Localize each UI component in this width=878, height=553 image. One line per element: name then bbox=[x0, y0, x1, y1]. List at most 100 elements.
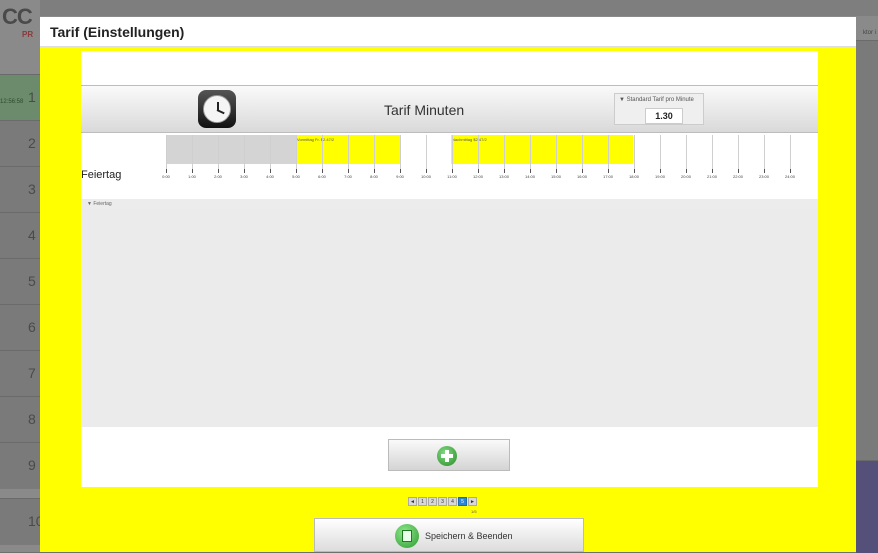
standard-rate-input[interactable]: 1.30 bbox=[645, 108, 683, 124]
timeline-tick-label: 11:00 bbox=[447, 174, 457, 179]
pagination-page[interactable]: 3 bbox=[438, 497, 447, 506]
timeline-tick bbox=[608, 169, 609, 173]
timeline-tick bbox=[764, 169, 765, 173]
timeline-grid-line bbox=[192, 135, 193, 169]
background-row: 9 bbox=[0, 442, 40, 489]
add-tarif-button[interactable] bbox=[388, 439, 510, 471]
timeline-segment-inactive[interactable] bbox=[166, 135, 296, 164]
save-and-close-button[interactable]: Speichern & Beenden bbox=[314, 518, 584, 552]
pagination-page[interactable]: 4 bbox=[448, 497, 457, 506]
plus-icon bbox=[437, 446, 457, 466]
timeline-grid-line bbox=[426, 135, 427, 169]
timeline-grid-line bbox=[270, 135, 271, 169]
background-row-number: 2 bbox=[28, 135, 36, 151]
timeline-grid-line bbox=[296, 135, 297, 169]
timeline-grid-line bbox=[556, 135, 557, 169]
timeline-tick-label: 1:00 bbox=[188, 174, 196, 179]
tarif-header-bar: Tarif Minuten ▼ Standard Tarif pro Minut… bbox=[81, 85, 818, 133]
background-row: 6 bbox=[0, 304, 40, 351]
timeline-tick-label: 2:00 bbox=[214, 174, 222, 179]
timeline-grid-line bbox=[452, 135, 453, 169]
dialog-header: Tarif (Einstellungen) bbox=[40, 17, 856, 47]
timeline-tick bbox=[296, 169, 297, 173]
timeline-grid-line bbox=[634, 135, 635, 169]
timeline-tick bbox=[530, 169, 531, 173]
timeline-tick bbox=[712, 169, 713, 173]
background-right-column bbox=[856, 40, 878, 461]
save-button-label: Speichern & Beenden bbox=[425, 531, 513, 541]
dialog-content: Tarif Minuten ▼ Standard Tarif pro Minut… bbox=[81, 51, 818, 487]
timeline-tick-label: 21:00 bbox=[706, 174, 718, 179]
timeline-tick-label: 22:00 bbox=[732, 174, 744, 179]
background-row-number: 7 bbox=[28, 365, 36, 381]
background-row: 1 12:56:58 bbox=[0, 74, 40, 121]
background-row-number: 5 bbox=[28, 273, 36, 289]
timeline-grid-line bbox=[660, 135, 661, 169]
timeline-grid-line bbox=[166, 135, 167, 169]
timeline-grid-line bbox=[244, 135, 245, 169]
timeline-tick-label: 10:00 bbox=[420, 174, 432, 179]
timeline-tick-label: 24:00 bbox=[784, 174, 796, 179]
timeline-tick bbox=[738, 169, 739, 173]
timeline-tick-label: 7:00 bbox=[344, 174, 352, 179]
pagination-page[interactable]: ► bbox=[468, 497, 477, 506]
timeline-grid-line bbox=[478, 135, 479, 169]
timeline-grid-line bbox=[322, 135, 323, 169]
timeline-tick-label: 12:00 bbox=[472, 174, 484, 179]
timeline-tick-label: 13:00 bbox=[498, 174, 510, 179]
standard-rate-label: ▼ Standard Tarif pro Minute bbox=[619, 97, 694, 103]
background-row-number: 3 bbox=[28, 181, 36, 197]
dialog-title: Tarif (Einstellungen) bbox=[50, 24, 185, 40]
timeline-tick-label: 3:00 bbox=[240, 174, 248, 179]
pagination-page[interactable]: 2 bbox=[428, 497, 437, 506]
timeline-tick bbox=[348, 169, 349, 173]
background-row-number: 1 bbox=[28, 89, 36, 105]
app-logo-sub: PR bbox=[22, 30, 34, 39]
pagination-page[interactable]: 5 bbox=[458, 497, 467, 506]
background-row: 2 bbox=[0, 120, 40, 167]
clock-icon bbox=[198, 90, 236, 128]
timeline-grid-line bbox=[738, 135, 739, 169]
app-logo: CC bbox=[2, 4, 33, 29]
timeline-tick-label: 17:00 bbox=[602, 174, 614, 179]
timeline-tick bbox=[504, 169, 505, 173]
timeline-tick-label: 4:00 bbox=[266, 174, 274, 179]
timeline-grid-line bbox=[348, 135, 349, 169]
timeline-grid-line bbox=[218, 135, 219, 169]
timeline-grid-line bbox=[530, 135, 531, 169]
save-icon bbox=[395, 524, 419, 548]
tarif-settings-dialog: Tarif (Einstellungen) Tarif Minuten ▼ St… bbox=[40, 17, 856, 552]
timeline: Feiertag Vormittag Fr. $2.47/2 Nachmitta… bbox=[81, 131, 818, 199]
background-row-number: 8 bbox=[28, 411, 36, 427]
timeline-tick-label: 19:00 bbox=[654, 174, 666, 179]
timeline-tick-label: 6:00 bbox=[318, 174, 326, 179]
tarif-title: Tarif Minuten bbox=[384, 102, 465, 118]
timeline-tick bbox=[452, 169, 453, 173]
background-row: 4 bbox=[0, 212, 40, 259]
timeline-tick bbox=[660, 169, 661, 173]
timeline-tick bbox=[218, 169, 219, 173]
timeline-tick bbox=[686, 169, 687, 173]
timeline-tick bbox=[426, 169, 427, 173]
pagination-info: 1/5 bbox=[471, 509, 477, 514]
timeline-tick bbox=[634, 169, 635, 173]
timeline-tick bbox=[478, 169, 479, 173]
timeline-tick-label: 14:00 bbox=[524, 174, 536, 179]
pagination-page[interactable]: 1 bbox=[418, 497, 427, 506]
background-row-number: 4 bbox=[28, 227, 36, 243]
background-row: 5 bbox=[0, 258, 40, 305]
timeline-row-label: Feiertag bbox=[81, 169, 122, 181]
background-right-event bbox=[856, 460, 878, 553]
timeline-tick bbox=[166, 169, 167, 173]
timeline-tick-label: 9:00 bbox=[396, 174, 404, 179]
timeline-grid-line bbox=[790, 135, 791, 169]
timeline-tick-label: 20:00 bbox=[680, 174, 692, 179]
background-topbar bbox=[40, 0, 878, 16]
segment-label: Vormittag Fr. $2.47/2 bbox=[297, 137, 335, 142]
segment-label: Nachmittag $2.47/2 bbox=[452, 137, 487, 142]
timeline-grid-line bbox=[764, 135, 765, 169]
timeline-grid-line bbox=[504, 135, 505, 169]
timeline-tick bbox=[582, 169, 583, 173]
timeline-tick-label: 5:00 bbox=[292, 174, 300, 179]
pagination-page[interactable]: ◄ bbox=[408, 497, 417, 506]
